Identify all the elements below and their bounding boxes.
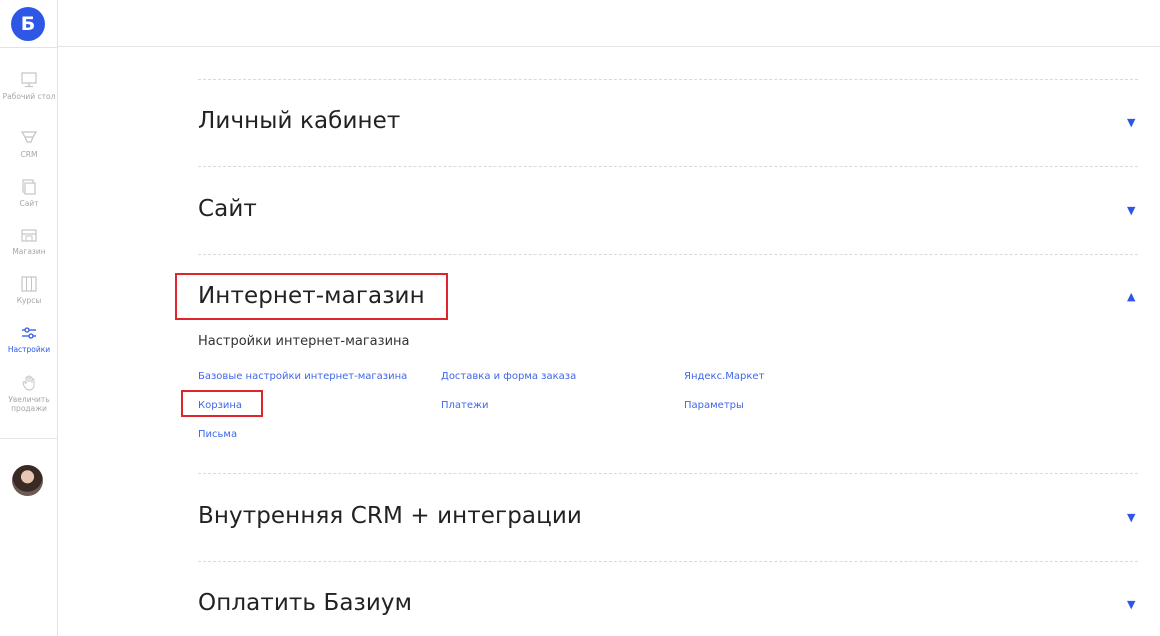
app-logo[interactable]: Б — [11, 7, 45, 41]
section-divider — [198, 473, 1138, 474]
sidebar-item-crm[interactable]: CRM — [0, 129, 58, 159]
chevron-down-icon[interactable]: ▼ — [1127, 511, 1135, 524]
section-divider — [198, 561, 1138, 562]
section-divider — [198, 79, 1138, 80]
header-divider — [58, 46, 1160, 47]
highlight-box-cart — [181, 390, 263, 417]
section-divider — [198, 254, 1138, 255]
section-title-internal-crm[interactable]: Внутренняя CRM + интеграции — [198, 503, 582, 529]
sidebar-item-label: Магазин — [12, 247, 46, 256]
store-settings-subtitle: Настройки интернет-магазина — [198, 334, 410, 349]
monitor-icon — [21, 72, 37, 88]
pages-icon — [22, 179, 36, 195]
store-icon — [21, 229, 37, 242]
chevron-up-icon[interactable]: ▲ — [1127, 290, 1135, 303]
logo-divider — [0, 47, 58, 48]
funnel-icon — [20, 131, 38, 143]
courses-icon — [21, 276, 37, 292]
section-title-pay-bazium[interactable]: Оплатить Базиум — [198, 590, 412, 616]
sidebar-item-courses[interactable]: Курсы — [0, 275, 58, 305]
sidebar-item-label: Рабочий стол — [2, 92, 56, 101]
link-emails[interactable]: Письма — [198, 429, 237, 440]
sidebar-item-label: Увеличить продажи — [8, 395, 50, 413]
chevron-down-icon[interactable]: ▼ — [1127, 598, 1135, 611]
sliders-icon — [22, 327, 36, 339]
link-basic-store-settings[interactable]: Базовые настройки интернет-магазина — [198, 371, 407, 382]
link-parameters[interactable]: Параметры — [684, 400, 744, 411]
sidebar-item-label: Настройки — [7, 345, 51, 354]
sidebar-item-label: Сайт — [19, 199, 39, 208]
sidebar-item-label: Курсы — [16, 296, 42, 305]
sidebar-item-increase-sales[interactable]: Увеличить продажи — [0, 374, 58, 413]
chevron-down-icon[interactable]: ▼ — [1127, 116, 1135, 129]
sidebar-divider — [0, 438, 58, 439]
sidebar-item-label: CRM — [20, 150, 38, 159]
sidebar-item-site[interactable]: Сайт — [0, 178, 58, 208]
sidebar-item-store[interactable]: Магазин — [0, 226, 58, 256]
user-avatar[interactable] — [12, 465, 43, 496]
hand-icon — [22, 375, 35, 391]
link-payments[interactable]: Платежи — [441, 400, 489, 411]
chevron-down-icon[interactable]: ▼ — [1127, 204, 1135, 217]
section-title-personal-account[interactable]: Личный кабинет — [198, 108, 400, 134]
section-title-site[interactable]: Сайт — [198, 196, 257, 222]
sidebar: Б Рабочий стол CRM Сайт Магазин Курсы На… — [0, 0, 58, 636]
link-delivery-order-form[interactable]: Доставка и форма заказа — [441, 371, 576, 382]
sidebar-item-settings[interactable]: Настройки — [0, 324, 58, 354]
highlight-box-section — [175, 273, 448, 320]
link-yandex-market[interactable]: Яндекс.Маркет — [684, 371, 764, 382]
section-divider — [198, 166, 1138, 167]
sidebar-item-desktop[interactable]: Рабочий стол — [0, 71, 58, 101]
